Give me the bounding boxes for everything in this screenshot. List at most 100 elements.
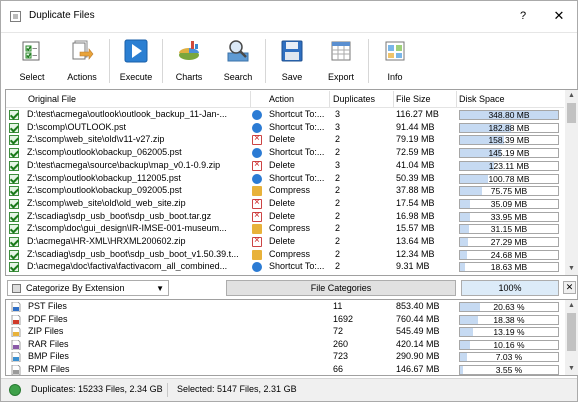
action-cell[interactable]: Shortcut To:...: [269, 122, 331, 132]
action-cell[interactable]: Delete: [269, 160, 331, 170]
action-cell[interactable]: Delete: [269, 134, 331, 144]
table-scrollbar[interactable]: ▲ ▼: [565, 90, 578, 275]
title-bar: Duplicate Files ? ✕: [1, 1, 577, 31]
category-row[interactable]: BMP Files 723 290.90 MB 7.03 %: [6, 351, 564, 364]
table-row[interactable]: D:\test\acmega\outlook\outlook_backup_11…: [6, 109, 564, 122]
row-checkbox[interactable]: [9, 237, 19, 247]
category-row[interactable]: ZIP Files 72 545.49 MB 13.19 %: [6, 326, 564, 339]
column-header-duplicates[interactable]: Duplicates: [333, 94, 375, 104]
charts-button[interactable]: Charts: [166, 35, 212, 85]
file-size-cell: 13.64 MB: [396, 236, 435, 246]
scroll-down-arrow-icon[interactable]: ▼: [565, 363, 578, 375]
scroll-thumb[interactable]: [567, 103, 576, 123]
close-button[interactable]: ✕: [546, 7, 572, 25]
row-checkbox[interactable]: [9, 262, 19, 273]
category-row[interactable]: RPM Files 66 146.67 MB 3.55 %: [6, 364, 564, 376]
file-size-cell: 12.34 MB: [396, 248, 435, 259]
compress-icon: [252, 249, 262, 260]
column-divider[interactable]: [329, 91, 330, 107]
execute-button[interactable]: Execute: [113, 35, 159, 85]
action-cell[interactable]: Shortcut To:...: [269, 109, 331, 119]
scroll-down-arrow-icon[interactable]: ▼: [565, 263, 578, 275]
scroll-up-arrow-icon[interactable]: ▲: [565, 300, 578, 312]
scroll-thumb[interactable]: [567, 313, 576, 351]
help-button[interactable]: ?: [513, 7, 533, 25]
column-header-action[interactable]: Action: [269, 94, 294, 104]
column-divider[interactable]: [393, 91, 394, 107]
table-row[interactable]: D:\test\acmega\source\backup\map_v0.1-0.…: [6, 159, 564, 173]
select-icon: [22, 41, 40, 61]
row-checkbox[interactable]: [9, 160, 19, 171]
shortcut-icon: [252, 173, 262, 184]
column-header-disk-space[interactable]: Disk Space: [459, 94, 505, 104]
status-selected: Selected: 5147 Files, 2.31 GB: [177, 384, 297, 394]
save-button[interactable]: Save: [269, 35, 315, 85]
category-row[interactable]: PDF Files 1692 760.44 MB 18.38 %: [6, 314, 564, 327]
table-row[interactable]: Z:\scadiag\sdp_usb_boot\sdp_usb_boot_v1.…: [6, 249, 564, 262]
action-cell[interactable]: Shortcut To:...: [269, 147, 331, 157]
original-file-cell: Z:\scomp\outlook\obackup_062005.pst: [27, 147, 182, 158]
row-checkbox[interactable]: [9, 224, 19, 235]
select-button[interactable]: Select: [7, 35, 57, 85]
categories-scrollbar[interactable]: ▲ ▼: [565, 300, 578, 375]
table-row[interactable]: Z:\scomp\web_site\old\v11-v27.zip Delete 2…: [6, 133, 564, 147]
row-checkbox[interactable]: [9, 135, 19, 146]
toolbar-separator: [368, 39, 369, 83]
search-button[interactable]: Search: [215, 35, 261, 85]
pst-file-icon: [11, 302, 21, 312]
original-file-cell: D:\scomp\OUTLOOK.pst: [27, 121, 127, 132]
table-row[interactable]: D:\acmega\HR-XML\HRXML200602.zip Delete 2 1…: [6, 235, 564, 249]
row-checkbox[interactable]: [9, 211, 19, 222]
action-cell[interactable]: Delete: [269, 236, 331, 246]
column-header-original-file[interactable]: Original File: [28, 94, 76, 104]
action-cell[interactable]: Compress: [269, 185, 331, 195]
disk-space-value: 35.09 MB: [490, 198, 528, 209]
export-button[interactable]: Export: [318, 35, 364, 85]
disk-space-value: 31.15 MB: [490, 224, 528, 235]
action-cell[interactable]: Compress: [269, 249, 331, 259]
row-checkbox[interactable]: [9, 186, 19, 197]
action-cell[interactable]: Compress: [269, 223, 331, 233]
table-row[interactable]: Z:\scomp\outlook\obackup_112005.pst Short…: [6, 173, 564, 186]
table-row[interactable]: Z:\scomp\doc\gui_design\IR-IMSE-001-muse…: [6, 223, 564, 236]
column-header-file-size[interactable]: File Size: [396, 94, 431, 104]
disk-space-value: 75.75 MB: [490, 186, 528, 197]
duplicates-cell: 2: [335, 223, 341, 234]
file-categories-button[interactable]: File Categories: [226, 280, 456, 296]
original-file-cell: Z:\scomp\doc\gui_design\IR-IMSE-001-muse…: [27, 223, 227, 234]
disk-space-bar: 33.95 MB: [459, 211, 559, 222]
category-percent-bar: 7.03 %: [459, 352, 559, 362]
column-divider[interactable]: [456, 91, 457, 107]
actions-button[interactable]: Actions: [59, 35, 105, 85]
info-button[interactable]: Info: [372, 35, 418, 85]
row-checkbox[interactable]: [9, 198, 19, 209]
action-cell[interactable]: Shortcut To:...: [269, 173, 331, 183]
row-checkbox[interactable]: [9, 173, 19, 184]
table-row[interactable]: Z:\scomp\web_site\old\old_web_site.zip De…: [6, 197, 564, 211]
row-checkbox[interactable]: [9, 122, 19, 133]
categories-table: PST Files 11 853.40 MB 20.63 % PDF Files 1692…: [5, 299, 578, 376]
file-size-cell: 9.31 MB: [396, 261, 430, 272]
category-row[interactable]: PST Files 11 853.40 MB 20.63 %: [6, 301, 564, 314]
action-cell[interactable]: Shortcut To:...: [269, 261, 331, 271]
table-row[interactable]: Z:\scomp\outlook\obackup_062005.pst Short…: [6, 147, 564, 160]
close-categories-button[interactable]: ✕: [563, 281, 576, 294]
column-divider[interactable]: [250, 91, 251, 107]
disk-space-value: 33.95 MB: [490, 211, 528, 222]
table-row[interactable]: Z:\scadiag\sdp_usb_boot\sdp_usb_boot.tar…: [6, 210, 564, 224]
category-row[interactable]: RAR Files 260 420.14 MB 10.16 %: [6, 339, 564, 352]
table-row[interactable]: D:\acmega\doc\factiva\factivacom_all_com…: [6, 261, 564, 274]
original-file-cell: Z:\scomp\web_site\old\old_web_site.zip: [27, 197, 186, 208]
action-cell[interactable]: Delete: [269, 211, 331, 221]
row-checkbox[interactable]: [9, 148, 19, 159]
row-checkbox[interactable]: [9, 249, 19, 260]
action-cell[interactable]: Delete: [269, 198, 331, 208]
table-row[interactable]: Z:\scomp\outlook\obackup_092005.pst Compr…: [6, 185, 564, 198]
category-percent-value: 18.38 %: [493, 314, 525, 325]
disk-space-bar: 24.68 MB: [459, 249, 559, 260]
table-row[interactable]: D:\scomp\OUTLOOK.pst Shortcut To:... 3 91.4…: [6, 122, 564, 135]
scroll-up-arrow-icon[interactable]: ▲: [565, 90, 578, 102]
app-icon: [10, 11, 21, 22]
categorize-dropdown[interactable]: Categorize By Extension ▼: [7, 280, 169, 296]
row-checkbox[interactable]: [9, 110, 19, 120]
